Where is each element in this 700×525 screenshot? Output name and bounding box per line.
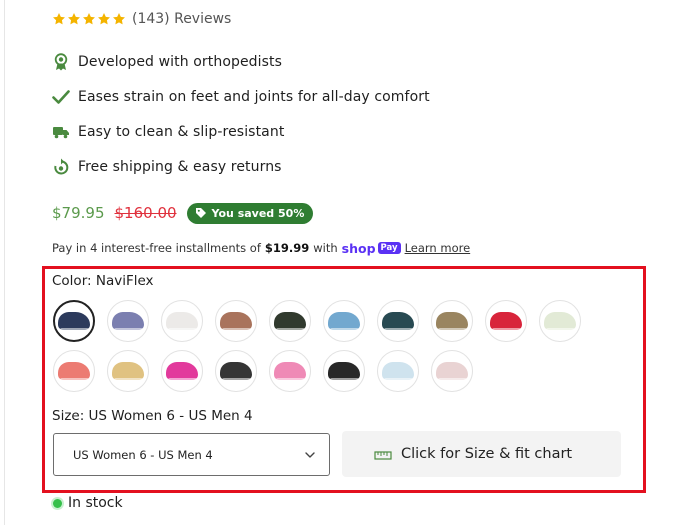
color-swatch[interactable] (377, 350, 419, 392)
shoe-thumbnail (382, 312, 414, 332)
panel-divider (4, 0, 5, 525)
shoe-thumbnail (58, 312, 90, 332)
feature-text: Easy to clean & slip-resistant (78, 124, 285, 140)
feature-item: Developed with orthopedists (52, 51, 282, 73)
color-swatch[interactable] (53, 300, 95, 342)
star-icon (83, 13, 95, 25)
color-swatch[interactable] (161, 300, 203, 342)
color-swatch[interactable] (53, 350, 95, 392)
shoe-thumbnail (220, 362, 252, 382)
color-swatch[interactable] (431, 350, 473, 392)
award-ribbon-icon (52, 53, 70, 71)
feature-text: Developed with orthopedists (78, 54, 283, 70)
star-icon (53, 13, 65, 25)
star-icon (68, 13, 80, 25)
shoe-thumbnail (328, 362, 360, 382)
tag-icon (195, 208, 206, 218)
price-row: $79.95 $160.00 You saved 50% (52, 202, 314, 224)
size-select-value: US Women 6 - US Men 4 (73, 447, 213, 462)
chevron-down-icon (305, 452, 315, 458)
color-swatch[interactable] (107, 350, 149, 392)
current-price: $79.95 (52, 204, 105, 222)
color-swatch[interactable] (215, 300, 257, 342)
shoe-thumbnail (436, 362, 468, 382)
color-swatch[interactable] (431, 300, 473, 342)
product-info-panel: (143) Reviews Developed with orthopedist… (0, 0, 700, 525)
shoe-thumbnail (490, 312, 522, 332)
color-swatch[interactable] (107, 300, 149, 342)
feature-text: Free shipping & easy returns (78, 159, 282, 175)
shoe-thumbnail (544, 312, 576, 332)
installments-text: Pay in 4 interest-free installments of (52, 241, 261, 255)
stock-dot-icon (53, 498, 62, 508)
color-swatch[interactable] (323, 350, 365, 392)
feature-item: Eases strain on feet and joints for all-… (52, 86, 430, 108)
feature-item: Easy to clean & slip-resistant (52, 121, 284, 143)
size-select[interactable]: US Women 6 - US Men 4 (53, 433, 330, 476)
shoe-thumbnail (166, 362, 198, 382)
shoe-thumbnail (382, 362, 414, 382)
color-swatch[interactable] (269, 300, 311, 342)
shop-pay-logo-shop: shop (341, 240, 376, 256)
stock-status: In stock (53, 494, 123, 512)
shoe-thumbnail (274, 312, 306, 332)
color-swatch[interactable] (539, 300, 581, 342)
shoe-thumbnail (58, 362, 90, 382)
shoe-thumbnail (220, 312, 252, 332)
color-swatch[interactable] (215, 350, 257, 392)
shoe-thumbnail (112, 312, 144, 332)
color-label: Color: NaviFlex (52, 273, 154, 289)
shop-pay-logo-pay: Pay (377, 242, 401, 254)
reviews-count[interactable]: (143) Reviews (132, 11, 231, 27)
installments-note: Pay in 4 interest-free installments of $… (52, 240, 470, 256)
shoe-thumbnail (436, 312, 468, 332)
feature-text: Eases strain on feet and joints for all-… (78, 89, 430, 105)
return-arrow-icon (52, 158, 70, 176)
reviews-summary[interactable]: (143) Reviews (52, 9, 231, 29)
saved-badge-text: You saved 50% (211, 206, 305, 220)
rating-stars (52, 12, 126, 26)
feature-item: Free shipping & easy returns (52, 156, 282, 178)
delivery-truck-icon (52, 123, 70, 141)
saved-badge: You saved 50% (186, 202, 314, 224)
shop-pay-logo: shop Pay (342, 241, 401, 256)
installments-with: with (313, 241, 338, 255)
installment-amount: $19.99 (264, 241, 310, 255)
color-swatch[interactable] (323, 300, 365, 342)
size-fit-chart-button[interactable]: Click for Size & fit chart (342, 431, 621, 477)
star-icon (98, 13, 110, 25)
ruler-icon (374, 451, 392, 460)
checkmark-icon (52, 88, 70, 106)
shoe-thumbnail (166, 312, 198, 332)
color-swatch[interactable] (377, 300, 419, 342)
color-swatch[interactable] (161, 350, 203, 392)
shoe-thumbnail (328, 312, 360, 332)
color-swatch[interactable] (269, 350, 311, 392)
shoe-thumbnail (274, 362, 306, 382)
stock-text: In stock (68, 495, 123, 511)
star-icon (113, 13, 125, 25)
learn-more-link[interactable]: Learn more (405, 241, 471, 255)
original-price: $160.00 (114, 204, 177, 222)
size-label: Size: US Women 6 - US Men 4 (52, 408, 253, 424)
color-swatch[interactable] (485, 300, 527, 342)
size-fit-chart-label: Click for Size & fit chart (401, 446, 573, 462)
shoe-thumbnail (112, 362, 144, 382)
